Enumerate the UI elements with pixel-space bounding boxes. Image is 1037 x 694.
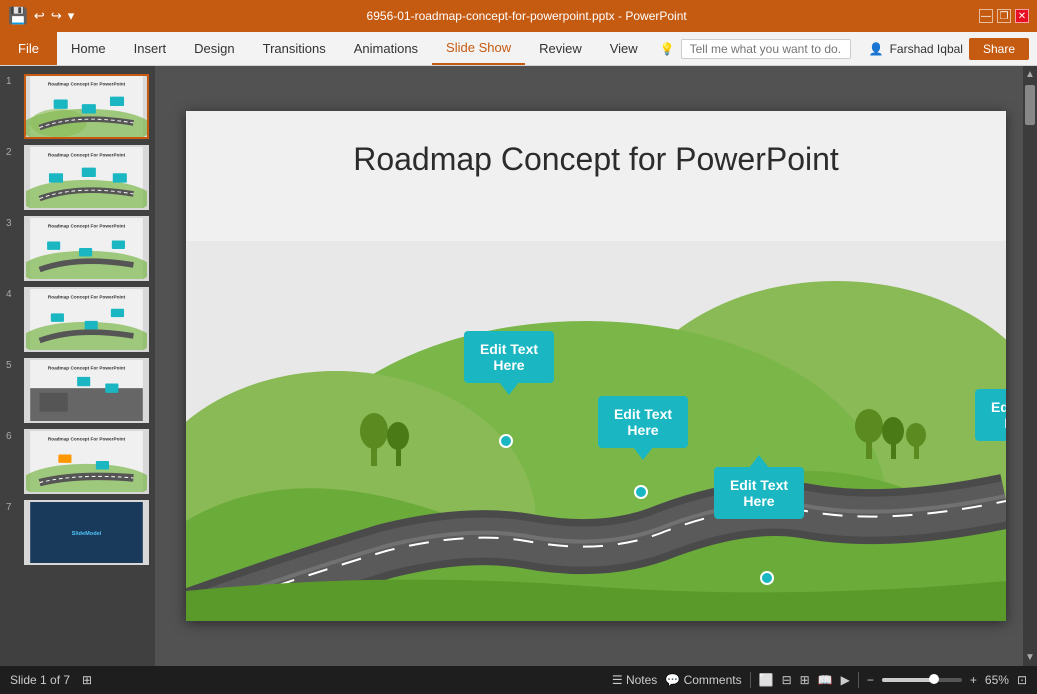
callout-1[interactable]: Edit TextHere [464, 331, 554, 383]
scroll-thumb[interactable] [1025, 85, 1035, 125]
dot-3 [760, 571, 774, 585]
zoom-slider[interactable] [882, 678, 962, 682]
slide-num-2: 2 [6, 145, 18, 158]
slide-sorter-btn[interactable]: ⊞ [800, 673, 810, 687]
scroll-track [1023, 83, 1037, 649]
tab-transitions[interactable]: Transitions [249, 32, 340, 65]
redo-btn[interactable]: ↪ [51, 8, 62, 24]
restore-btn[interactable]: ❐ [997, 9, 1011, 23]
comments-label: Comments [684, 673, 742, 687]
normal-view-btn[interactable]: ⬜ [759, 673, 774, 687]
minimize-btn[interactable]: — [979, 9, 993, 23]
zoom-handle[interactable] [929, 674, 939, 684]
notes-label: Notes [626, 673, 657, 687]
search-input[interactable] [681, 39, 851, 59]
user-icon: 👤 [869, 42, 884, 56]
svg-text:Roadmap Concept For PowerPoint: Roadmap Concept For PowerPoint [48, 365, 126, 370]
callout-4[interactable]: Edit TextHere [975, 389, 1006, 441]
title-bar-title: 6956-01-roadmap-concept-for-powerpoint.p… [74, 9, 979, 23]
slide-thumb-6[interactable]: 6 Roadmap Concept For PowerPoint [6, 429, 149, 494]
slide-thumb-7[interactable]: 7 SlideModel [6, 500, 149, 565]
separator-1 [750, 672, 751, 688]
dot-1 [499, 434, 513, 448]
file-tab[interactable]: File [0, 32, 57, 65]
svg-text:Roadmap Concept For PowerPoint: Roadmap Concept For PowerPoint [48, 81, 126, 86]
callout-3[interactable]: Edit TextHere [714, 467, 804, 519]
slide-canvas: Roadmap Concept for PowerPoint [186, 111, 1006, 621]
slide-img-2: Roadmap Concept For PowerPoint [24, 145, 149, 210]
slide-title: Roadmap Concept for PowerPoint [186, 141, 1006, 178]
comments-btn[interactable]: 💬 Comments [665, 673, 741, 687]
ribbon-search: 💡 [660, 39, 861, 59]
scroll-up-arrow[interactable]: ▲ [1022, 66, 1037, 83]
slide-layout-icon: ⊞ [82, 673, 92, 687]
svg-text:Roadmap Concept For PowerPoint: Roadmap Concept For PowerPoint [48, 152, 126, 157]
vertical-scrollbar[interactable]: ▲ ▼ [1023, 66, 1037, 666]
title-bar: 💾 ↩ ↪ ▾ 6956-01-roadmap-concept-for-powe… [0, 0, 1037, 32]
slide-img-7: SlideModel [24, 500, 149, 565]
svg-text:SlideModel: SlideModel [72, 531, 102, 537]
slide-num-6: 6 [6, 429, 18, 442]
user-area: 👤 Farshad Iqbal Share [861, 38, 1037, 60]
slide-img-4: Roadmap Concept For PowerPoint [24, 287, 149, 352]
tab-view[interactable]: View [596, 32, 652, 65]
svg-text:Roadmap Concept For PowerPoint: Roadmap Concept For PowerPoint [48, 436, 126, 441]
tab-review[interactable]: Review [525, 32, 596, 65]
status-bar: Slide 1 of 7 ⊞ ☰ Notes 💬 Comments ⬜ ⊟ ⊞ … [0, 666, 1037, 694]
slide-thumb-4[interactable]: 4 Roadmap Concept For PowerPoint [6, 287, 149, 352]
tab-home[interactable]: Home [57, 32, 120, 65]
slide-info: Slide 1 of 7 [10, 673, 70, 687]
slide-thumb-1[interactable]: 1 Roadmap Concept For PowerPoint [6, 74, 149, 139]
slide-num-5: 5 [6, 358, 18, 371]
title-bar-left: 💾 ↩ ↪ ▾ [8, 6, 74, 26]
slide-img-3: Roadmap Concept For PowerPoint [24, 216, 149, 281]
slide-background [186, 241, 1006, 621]
notes-icon: ☰ [612, 673, 623, 687]
callout-2[interactable]: Edit TextHere [598, 396, 688, 448]
zoom-out-btn[interactable]: − [867, 673, 874, 687]
notes-btn[interactable]: ☰ Notes [612, 673, 657, 687]
tab-slideshow[interactable]: Slide Show [432, 32, 525, 65]
zoom-percent[interactable]: 65% [985, 673, 1009, 687]
user-name: Farshad Iqbal [890, 42, 963, 56]
undo-btn[interactable]: ↩ [34, 8, 45, 24]
main-area: 1 Roadmap Concept For PowerPoint 2 [0, 66, 1037, 666]
tab-insert[interactable]: Insert [120, 32, 181, 65]
share-button[interactable]: Share [969, 38, 1029, 60]
ribbon: File Home Insert Design Transitions Anim… [0, 32, 1037, 66]
slide-num-1: 1 [6, 74, 18, 87]
svg-text:Roadmap Concept For PowerPoint: Roadmap Concept For PowerPoint [48, 294, 126, 299]
close-btn[interactable]: ✕ [1015, 9, 1029, 23]
comments-icon: 💬 [665, 673, 680, 687]
slides-panel: 1 Roadmap Concept For PowerPoint 2 [0, 66, 155, 666]
zoom-fill [882, 678, 934, 682]
separator-2 [858, 672, 859, 688]
slide-thumb-2[interactable]: 2 Roadmap Concept For PowerPoint [6, 145, 149, 210]
slide-img-6: Roadmap Concept For PowerPoint [24, 429, 149, 494]
powerpoint-icon: 💾 [8, 6, 28, 26]
slide-num-7: 7 [6, 500, 18, 513]
slide-img-5: Roadmap Concept For PowerPoint [24, 358, 149, 423]
outline-view-btn[interactable]: ⊟ [782, 673, 792, 687]
status-bar-right: ☰ Notes 💬 Comments ⬜ ⊟ ⊞ 📖 ▶ − + 65% ⊡ [612, 672, 1027, 688]
window-controls: — ❐ ✕ [979, 9, 1029, 23]
tab-animations[interactable]: Animations [340, 32, 432, 65]
slide-img-1: Roadmap Concept For PowerPoint [24, 74, 149, 139]
tab-design[interactable]: Design [180, 32, 248, 65]
svg-text:Roadmap Concept For PowerPoint: Roadmap Concept For PowerPoint [48, 223, 126, 228]
dot-2 [634, 485, 648, 499]
slideshow-btn[interactable]: ▶ [841, 673, 850, 687]
slide-thumb-5[interactable]: 5 Roadmap Concept For PowerPoint [6, 358, 149, 423]
reading-view-btn[interactable]: 📖 [818, 673, 833, 687]
slide-num-3: 3 [6, 216, 18, 229]
title-bar-right: — ❐ ✕ [979, 9, 1029, 23]
lightbulb-icon: 💡 [660, 42, 675, 56]
canvas-area: ▲ ▼ Roadmap Concept for PowerPoint [155, 66, 1037, 666]
slide-num-4: 4 [6, 287, 18, 300]
scroll-down-arrow[interactable]: ▼ [1022, 649, 1037, 666]
slide-thumb-3[interactable]: 3 Roadmap Concept For PowerPoint [6, 216, 149, 281]
zoom-in-btn[interactable]: + [970, 673, 977, 687]
fit-slide-btn[interactable]: ⊡ [1017, 673, 1027, 687]
